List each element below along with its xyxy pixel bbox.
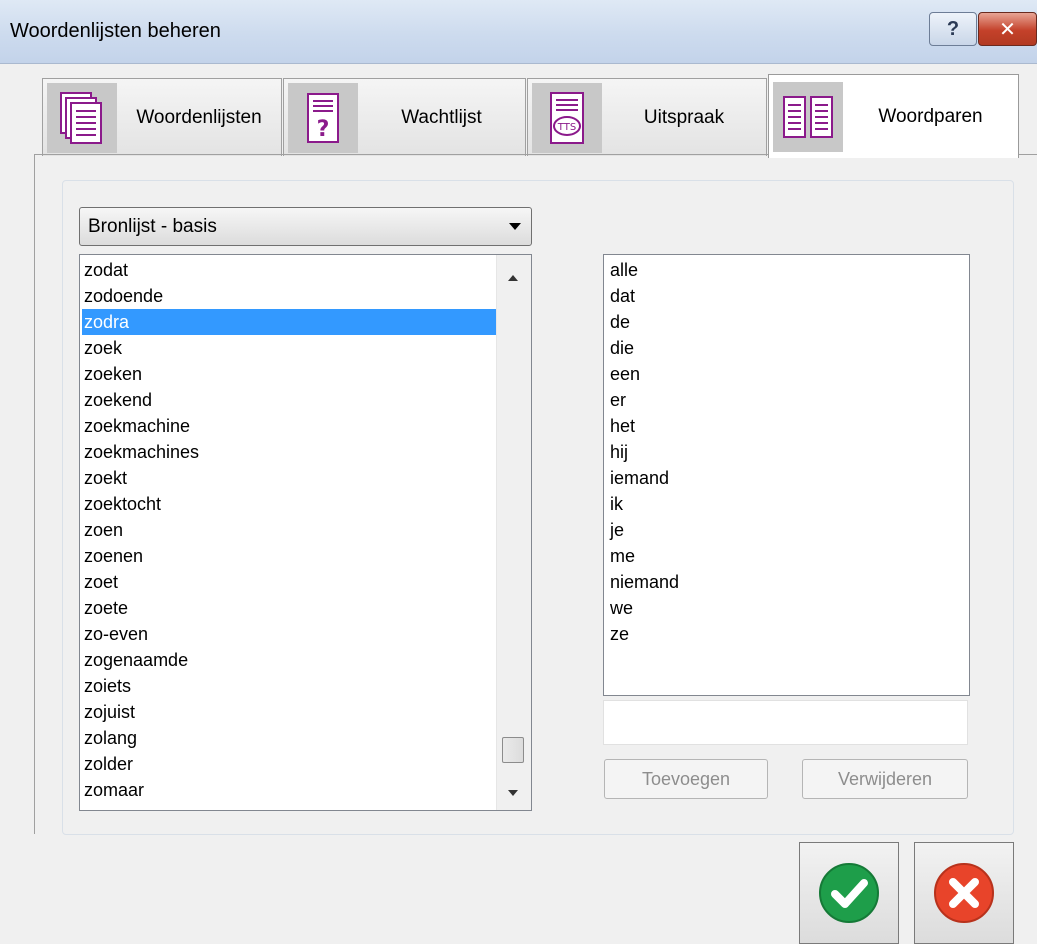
source-word-items: zodat zodoende zodra zoek zoeken zoekend zoekm… <box>82 257 498 803</box>
pair-word-list[interactable]: alle dat de die een er het hij iemand ik je me niema… <box>603 254 970 696</box>
tab-label: Woordenlijsten <box>136 106 262 128</box>
list-item[interactable]: je <box>610 517 679 543</box>
list-item[interactable]: zo-even <box>82 621 498 647</box>
list-item[interactable]: iemand <box>610 465 679 491</box>
close-icon: ✕ <box>999 18 1016 41</box>
tab-label: Wachtlijst <box>401 106 482 128</box>
word-input[interactable] <box>603 700 968 745</box>
tab-uitspraak[interactable]: TTS Uitspraak <box>527 78 767 156</box>
add-button[interactable]: Toevoegen <box>604 759 768 799</box>
tab-woordparen[interactable]: Woordparen <box>768 74 1019 158</box>
question-document-icon: ? <box>288 82 358 153</box>
cancel-button[interactable] <box>914 842 1014 944</box>
list-item[interactable]: zoekmachine <box>82 413 498 439</box>
list-item[interactable]: ze <box>610 621 679 647</box>
close-button[interactable]: ✕ <box>978 12 1037 46</box>
list-item[interactable]: zoen <box>82 517 498 543</box>
list-item[interactable]: zodat <box>82 257 498 283</box>
scroll-thumb[interactable] <box>502 737 524 763</box>
list-item[interactable]: die <box>610 335 679 361</box>
list-item[interactable]: niemand <box>610 569 679 595</box>
tab-label: Woordparen <box>878 105 983 127</box>
tts-document-icon: TTS <box>532 82 602 153</box>
dropdown-value: Bronlijst - basis <box>88 216 217 237</box>
chevron-down-icon <box>509 223 521 230</box>
tab-strip: Woordenlijsten ? Wachtlijst TTS Uitspraa… <box>0 64 1037 158</box>
list-item[interactable]: zolder <box>82 751 498 777</box>
tab-wachtlijst[interactable]: ? Wachtlijst <box>283 78 526 156</box>
list-item[interactable]: dat <box>610 283 679 309</box>
svg-text:?: ? <box>317 117 330 142</box>
list-item[interactable]: zojuist <box>82 699 498 725</box>
list-item[interactable]: er <box>610 387 679 413</box>
list-item[interactable]: zolang <box>82 725 498 751</box>
svg-text:TTS: TTS <box>557 122 576 133</box>
scroll-up-icon[interactable] <box>508 275 518 281</box>
list-item[interactable]: ik <box>610 491 679 517</box>
list-item[interactable]: zoek <box>82 335 498 361</box>
list-item[interactable]: zoete <box>82 595 498 621</box>
list-item[interactable]: zoet <box>82 569 498 595</box>
list-item[interactable]: de <box>610 309 679 335</box>
tab-woordenlijsten[interactable]: Woordenlijsten <box>42 78 282 156</box>
scroll-down-icon[interactable] <box>508 790 518 796</box>
list-item[interactable]: zoekend <box>82 387 498 413</box>
document-list-icon <box>47 82 117 153</box>
tab-panel-left-border <box>34 154 35 834</box>
list-item[interactable]: zoekmachines <box>82 439 498 465</box>
list-item[interactable]: een <box>610 361 679 387</box>
list-item[interactable]: zodoende <box>82 283 498 309</box>
list-item[interactable]: zogenaamde <box>82 647 498 673</box>
remove-button[interactable]: Verwijderen <box>802 759 968 799</box>
title-bar: Woordenlijsten beheren ? ✕ <box>0 0 1037 64</box>
cancel-x-icon <box>934 863 994 923</box>
list-item[interactable]: zoekt <box>82 465 498 491</box>
list-item[interactable]: het <box>610 413 679 439</box>
list-item[interactable]: me <box>610 543 679 569</box>
list-item[interactable]: zodra <box>82 309 498 335</box>
list-item[interactable]: we <box>610 595 679 621</box>
tab-label: Uitspraak <box>643 106 725 128</box>
checkmark-icon <box>819 863 879 923</box>
ok-button[interactable] <box>799 842 899 944</box>
list-item[interactable]: zoektocht <box>82 491 498 517</box>
list-item[interactable]: zoenen <box>82 543 498 569</box>
list-item[interactable]: zomaar <box>82 777 498 803</box>
list-item[interactable]: hij <box>610 439 679 465</box>
list-item[interactable]: zoiets <box>82 673 498 699</box>
help-icon: ? <box>946 17 960 40</box>
source-list-dropdown[interactable]: Bronlijst - basis <box>79 207 532 246</box>
window-title: Woordenlijsten beheren <box>10 20 221 42</box>
list-item[interactable]: alle <box>610 257 679 283</box>
source-word-list[interactable]: zodat zodoende zodra zoek zoeken zoekend zoekm… <box>79 254 532 811</box>
help-button[interactable]: ? <box>929 12 977 46</box>
word-pairs-icon <box>773 81 843 152</box>
list-item[interactable]: zoeken <box>82 361 498 387</box>
pair-word-items: alle dat de die een er het hij iemand ik je me niema… <box>610 257 679 647</box>
vertical-scrollbar[interactable] <box>496 255 531 810</box>
